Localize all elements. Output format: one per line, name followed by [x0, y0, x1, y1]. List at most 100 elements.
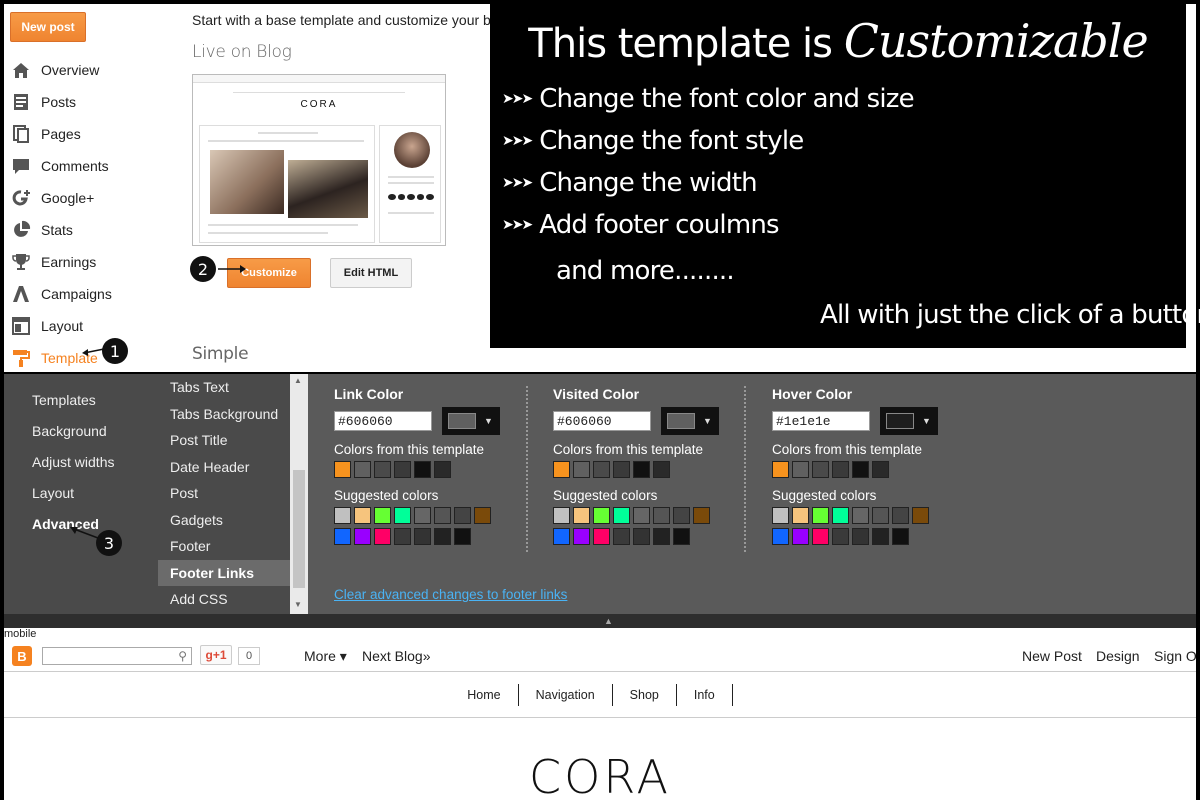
color-swatch[interactable]: [912, 507, 929, 524]
google-plus-one-button[interactable]: g+1: [200, 645, 232, 665]
scroll-down-icon[interactable]: ▼: [294, 600, 302, 609]
color-swatch[interactable]: [872, 461, 889, 478]
color-swatch[interactable]: [454, 507, 471, 524]
color-swatch[interactable]: [414, 461, 431, 478]
sidebar-item-campaigns[interactable]: Campaigns: [10, 278, 180, 310]
sidebar-item-comments[interactable]: Comments: [10, 150, 180, 182]
color-swatch[interactable]: [553, 461, 570, 478]
template-preview-thumbnail[interactable]: CORA: [192, 74, 446, 246]
clear-advanced-changes-link[interactable]: Clear advanced changes to footer links: [334, 587, 567, 602]
subitem-post[interactable]: Post: [158, 480, 290, 506]
color-swatch[interactable]: [812, 507, 829, 524]
color-swatch[interactable]: [593, 507, 610, 524]
color-swatch[interactable]: [553, 528, 570, 545]
color-swatch[interactable]: [354, 461, 371, 478]
color-swatch[interactable]: [832, 461, 849, 478]
color-swatch[interactable]: [653, 507, 670, 524]
color-swatch[interactable]: [434, 528, 451, 545]
sidebar-item-posts[interactable]: Posts: [10, 86, 180, 118]
sidebar-item-earnings[interactable]: Earnings: [10, 246, 180, 278]
link-color-hex-input[interactable]: #606060: [334, 411, 432, 431]
edit-html-button[interactable]: Edit HTML: [330, 258, 412, 288]
color-swatch[interactable]: [832, 507, 849, 524]
subitem-footer-links[interactable]: Footer Links: [158, 560, 290, 586]
color-swatch[interactable]: [434, 461, 451, 478]
color-swatch[interactable]: [653, 528, 670, 545]
category-templates[interactable]: Templates: [32, 392, 96, 408]
new-post-button[interactable]: New post: [10, 12, 86, 42]
scrollbar-thumb[interactable]: [293, 470, 305, 588]
sidebar-item-pages[interactable]: Pages: [10, 118, 180, 150]
category-layout[interactable]: Layout: [32, 485, 74, 501]
color-swatch[interactable]: [334, 528, 351, 545]
sidebar-item-stats[interactable]: Stats: [10, 214, 180, 246]
sidebar-item-google-plus[interactable]: Google+: [10, 182, 180, 214]
color-swatch[interactable]: [374, 528, 391, 545]
hover-color-picker[interactable]: ▼: [880, 407, 938, 435]
menu-info[interactable]: Info: [677, 683, 733, 706]
color-swatch[interactable]: [573, 507, 590, 524]
color-swatch[interactable]: [772, 528, 789, 545]
color-swatch[interactable]: [792, 528, 809, 545]
color-swatch[interactable]: [394, 507, 411, 524]
category-adjust-widths[interactable]: Adjust widths: [32, 454, 114, 470]
navbar-search-input[interactable]: ⚲: [42, 647, 192, 665]
color-swatch[interactable]: [653, 461, 670, 478]
color-swatch[interactable]: [673, 507, 690, 524]
sidebar-item-overview[interactable]: Overview: [10, 54, 180, 86]
visited-color-hex-input[interactable]: #606060: [553, 411, 651, 431]
panel-collapse-bar[interactable]: ▲: [4, 614, 1196, 628]
subitem-tabs-text[interactable]: Tabs Text: [158, 374, 290, 400]
category-background[interactable]: Background: [32, 423, 107, 439]
color-swatch[interactable]: [812, 528, 829, 545]
color-swatch[interactable]: [474, 507, 491, 524]
sign-out-link[interactable]: Sign O: [1154, 648, 1196, 664]
sidebar-item-layout[interactable]: Layout: [10, 310, 180, 342]
color-swatch[interactable]: [374, 507, 391, 524]
search-icon[interactable]: ⚲: [178, 649, 187, 663]
color-swatch[interactable]: [693, 507, 710, 524]
menu-shop[interactable]: Shop: [613, 683, 677, 706]
color-swatch[interactable]: [374, 461, 391, 478]
color-swatch[interactable]: [673, 528, 690, 545]
color-swatch[interactable]: [792, 507, 809, 524]
blogger-logo-icon[interactable]: B: [12, 646, 32, 666]
color-swatch[interactable]: [772, 461, 789, 478]
new-post-link[interactable]: New Post: [1022, 648, 1082, 664]
scroll-up-icon[interactable]: ▲: [294, 376, 302, 385]
subitem-post-title[interactable]: Post Title: [158, 427, 290, 453]
next-blog-link[interactable]: Next Blog»: [362, 648, 430, 664]
color-swatch[interactable]: [414, 507, 431, 524]
color-swatch[interactable]: [812, 461, 829, 478]
color-swatch[interactable]: [334, 461, 351, 478]
color-swatch[interactable]: [394, 461, 411, 478]
hover-color-hex-input[interactable]: #1e1e1e: [772, 411, 870, 431]
collapse-icon[interactable]: ▲: [604, 616, 613, 626]
color-swatch[interactable]: [613, 461, 630, 478]
subitem-footer[interactable]: Footer: [158, 533, 290, 559]
color-swatch[interactable]: [633, 461, 650, 478]
color-swatch[interactable]: [593, 528, 610, 545]
more-menu[interactable]: More ▾: [304, 648, 347, 665]
color-swatch[interactable]: [553, 507, 570, 524]
menu-home[interactable]: Home: [467, 683, 519, 706]
color-swatch[interactable]: [573, 528, 590, 545]
color-swatch[interactable]: [354, 507, 371, 524]
color-swatch[interactable]: [613, 507, 630, 524]
color-swatch[interactable]: [414, 528, 431, 545]
link-color-picker[interactable]: ▼: [442, 407, 500, 435]
subitem-gadgets[interactable]: Gadgets: [158, 507, 290, 533]
color-swatch[interactable]: [792, 461, 809, 478]
visited-color-picker[interactable]: ▼: [661, 407, 719, 435]
color-swatch[interactable]: [454, 528, 471, 545]
color-swatch[interactable]: [852, 507, 869, 524]
color-swatch[interactable]: [633, 507, 650, 524]
color-swatch[interactable]: [573, 461, 590, 478]
color-swatch[interactable]: [852, 528, 869, 545]
color-swatch[interactable]: [434, 507, 451, 524]
color-swatch[interactable]: [394, 528, 411, 545]
color-swatch[interactable]: [593, 461, 610, 478]
color-swatch[interactable]: [772, 507, 789, 524]
color-swatch[interactable]: [892, 528, 909, 545]
color-swatch[interactable]: [852, 461, 869, 478]
